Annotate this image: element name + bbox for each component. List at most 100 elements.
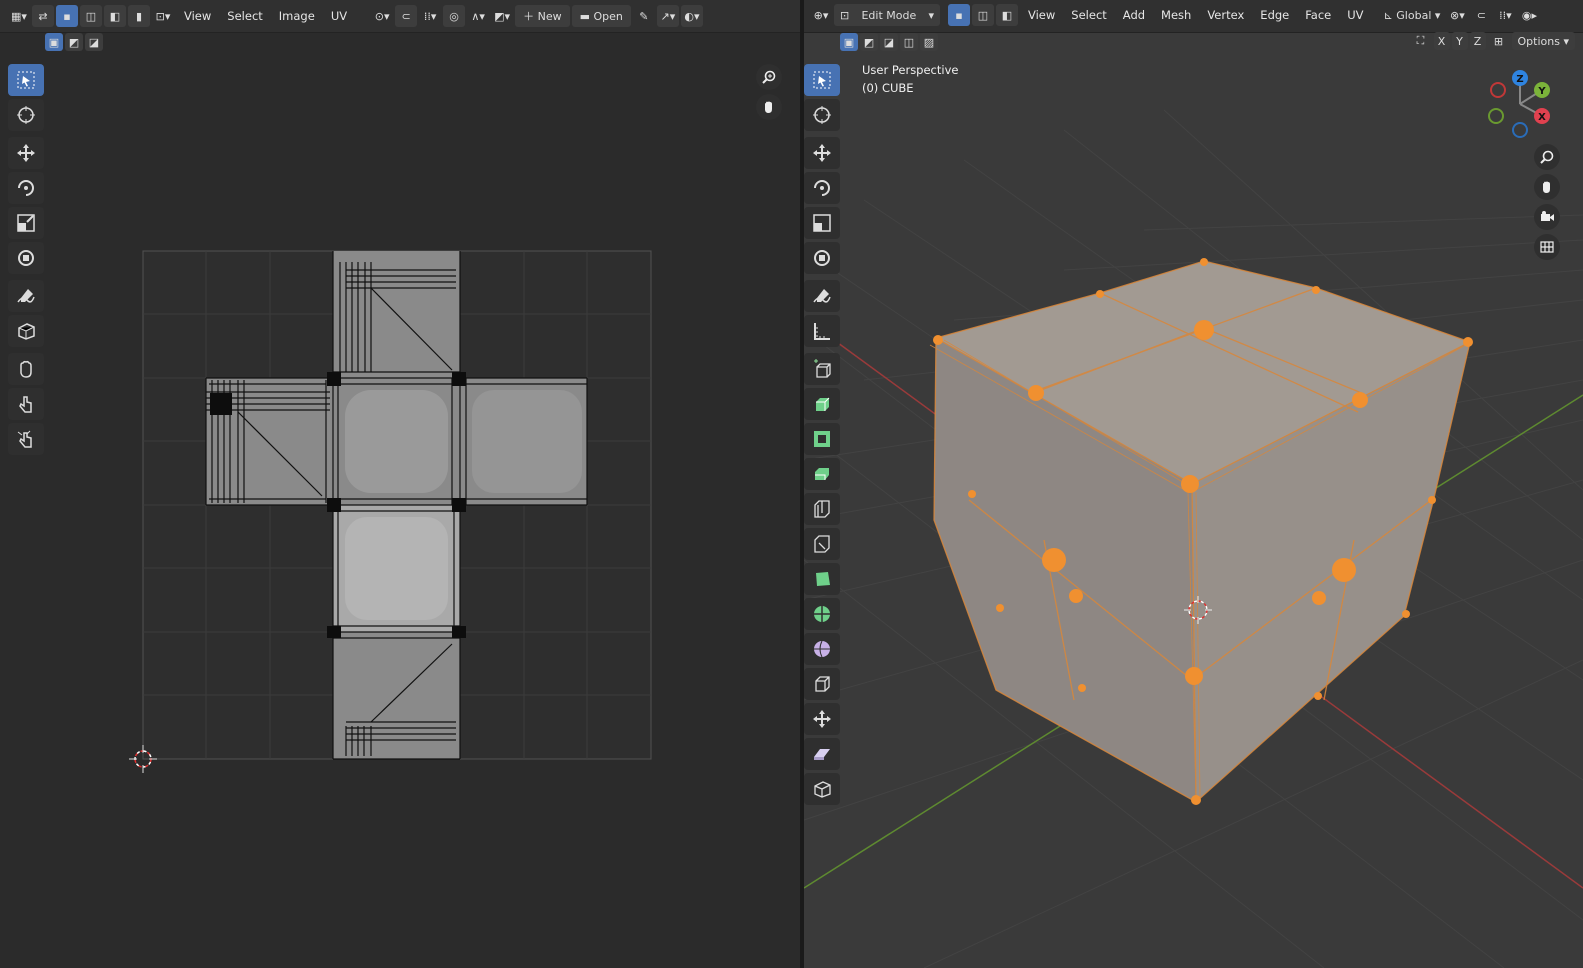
menu-uv[interactable]: UV — [323, 5, 355, 27]
select-invert-icon[interactable]: ◫ — [900, 33, 918, 51]
tool-scale[interactable] — [804, 207, 840, 239]
gizmo-x-label: X — [1538, 112, 1546, 123]
menu-edge[interactable]: Edge — [1252, 4, 1297, 26]
camera-icon[interactable] — [1534, 204, 1560, 230]
tool-smooth[interactable] — [804, 633, 840, 665]
navigation-gizmo[interactable]: Z Y X — [1480, 66, 1570, 142]
menu-select[interactable]: Select — [219, 5, 270, 27]
menu-select[interactable]: Select — [1063, 4, 1114, 26]
mirror-z-toggle[interactable]: Z — [1469, 32, 1486, 50]
menu-face[interactable]: Face — [1297, 4, 1339, 26]
zoom-icon[interactable] — [1534, 144, 1560, 170]
tool-inset[interactable] — [804, 423, 840, 455]
falloff-icon[interactable]: ∧▾ — [467, 5, 489, 27]
select-face-icon[interactable]: ◧ — [104, 5, 126, 27]
pan-hand-icon[interactable] — [1534, 174, 1560, 200]
select-subtract-icon[interactable]: ◪ — [880, 33, 898, 51]
mode-dropdown[interactable]: ⊡ Edit Mode ▾ — [834, 4, 940, 26]
menu-add[interactable]: Add — [1115, 4, 1153, 26]
pivot-point-icon[interactable]: ⊗▾ — [1446, 4, 1468, 26]
snap-increment-icon[interactable]: ⁞⁞▾ — [1494, 4, 1516, 26]
orientation-icon: ⊾ — [1383, 8, 1393, 22]
uv-transform-icon[interactable]: ↗▾ — [656, 5, 679, 27]
tool-bevel[interactable] — [804, 458, 840, 490]
mirror-y-toggle[interactable]: Y — [1451, 32, 1468, 50]
uv-sync-icon[interactable]: ⇄ — [32, 5, 54, 27]
tool-transform[interactable] — [804, 242, 840, 274]
select-intersect-icon[interactable]: ▨ — [920, 33, 938, 51]
chevron-down-icon: ▾ — [928, 8, 934, 22]
snap-magnet-icon[interactable]: ⊂ — [1470, 4, 1492, 26]
mirror-x-toggle[interactable]: X — [1433, 32, 1450, 50]
menu-vertex[interactable]: Vertex — [1199, 4, 1252, 26]
gizmo-neg-z-axis[interactable] — [1512, 122, 1528, 138]
tool-move[interactable] — [804, 137, 840, 169]
new-image-button[interactable]: ＋ New — [515, 5, 570, 27]
select-extend-icon[interactable]: ◩ — [860, 33, 878, 51]
pin-icon[interactable]: ✎ — [633, 5, 655, 27]
orientation-dropdown[interactable]: ⊾ Global ▾ — [1380, 4, 1445, 26]
tool-spin[interactable] — [804, 598, 840, 630]
proportional-icon[interactable]: ◉▸ — [1518, 4, 1540, 26]
gizmo-neg-x-axis[interactable] — [1490, 82, 1506, 98]
vertex-select-icon[interactable]: ▪ — [948, 4, 970, 26]
grid-view-icon[interactable] — [1534, 234, 1560, 260]
select-new-icon[interactable]: ▣ — [45, 33, 63, 51]
tool-rotate[interactable] — [804, 172, 840, 204]
edge-select-icon[interactable]: ◫ — [972, 4, 994, 26]
proportional-edit-icon[interactable]: ◎ — [443, 5, 466, 27]
tool-extrude[interactable] — [804, 388, 840, 420]
edit-mode-icon: ⊡ — [840, 8, 850, 22]
perspective-label: User Perspective — [862, 63, 959, 77]
chevron-down-icon: ▾ — [1563, 34, 1569, 48]
select-extend-icon[interactable]: ◩ — [65, 33, 83, 51]
menu-view[interactable]: View — [176, 5, 219, 27]
menu-view[interactable]: View — [1020, 4, 1063, 26]
viewport-canvas[interactable] — [804, 0, 1583, 968]
options-dropdown[interactable]: Options ▾ — [1511, 32, 1575, 50]
autoweld-icon[interactable]: ⊞ — [1488, 32, 1510, 50]
editor-type-icon[interactable]: ▦▾ — [8, 5, 30, 27]
tool-loop-cut[interactable] — [804, 493, 840, 525]
tool-select-box[interactable] — [804, 64, 840, 96]
menu-mesh[interactable]: Mesh — [1153, 4, 1199, 26]
viewport-header: ⊕▾ ⊡ Edit Mode ▾ ▪ ◫ ◧ View Select Add Mes… — [804, 0, 1583, 33]
viewport-toolbar — [804, 64, 842, 808]
gizmo-neg-y-axis[interactable] — [1488, 108, 1504, 124]
gizmo-y-label: Y — [1537, 86, 1546, 97]
uv-canvas[interactable] — [0, 54, 800, 968]
tool-rip-region[interactable] — [804, 773, 840, 805]
open-image-button[interactable]: ▬ Open — [571, 5, 631, 27]
pivot-icon[interactable]: ⊙▾ — [371, 5, 393, 27]
uv-select-mode-bar: ▣ ◩ ◪ — [0, 32, 800, 54]
plus-icon: ＋ — [523, 10, 535, 23]
image-browse-icon[interactable]: ◩▾ — [491, 5, 513, 27]
tool-shrink-fatten[interactable] — [804, 703, 840, 735]
menu-uv[interactable]: UV — [1339, 4, 1371, 26]
tool-annotate[interactable] — [804, 280, 840, 312]
object-label: (0) CUBE — [862, 81, 914, 95]
tool-cursor[interactable] — [804, 99, 840, 131]
tool-add-cube[interactable] — [804, 353, 840, 385]
tool-poly-build[interactable] — [804, 563, 840, 595]
sticky-select-icon[interactable]: ⊡▾ — [152, 5, 174, 27]
uv-editor: ▦▾ ⇄ ▪ ◫ ◧ ▮ ⊡▾ View Select Image UV ⊙▾ … — [0, 0, 800, 968]
3d-viewport: ⊕▾ ⊡ Edit Mode ▾ ▪ ◫ ◧ View Select Add Mes… — [804, 0, 1583, 968]
tool-knife[interactable] — [804, 528, 840, 560]
select-subtract-icon[interactable]: ◪ — [85, 33, 103, 51]
face-select-icon[interactable]: ◧ — [996, 4, 1018, 26]
tool-shear[interactable] — [804, 738, 840, 770]
select-new-icon[interactable]: ▣ — [840, 33, 858, 51]
tool-measure[interactable] — [804, 315, 840, 347]
menu-image[interactable]: Image — [271, 5, 323, 27]
editor-type-3d-icon[interactable]: ⊕▾ — [810, 4, 832, 26]
tool-edge-slide[interactable] — [804, 668, 840, 700]
folder-icon: ▬ — [579, 9, 591, 23]
select-island-icon[interactable]: ▮ — [128, 5, 150, 27]
mirror-icon[interactable]: ⛶ — [1410, 32, 1432, 50]
snap-target-icon[interactable]: ⁞⁞▾ — [419, 5, 441, 27]
snap-icon[interactable]: ⊂ — [395, 5, 418, 27]
select-edge-icon[interactable]: ◫ — [80, 5, 102, 27]
overlay-icon[interactable]: ◐▾ — [680, 5, 703, 27]
select-vertex-icon[interactable]: ▪ — [56, 5, 78, 27]
